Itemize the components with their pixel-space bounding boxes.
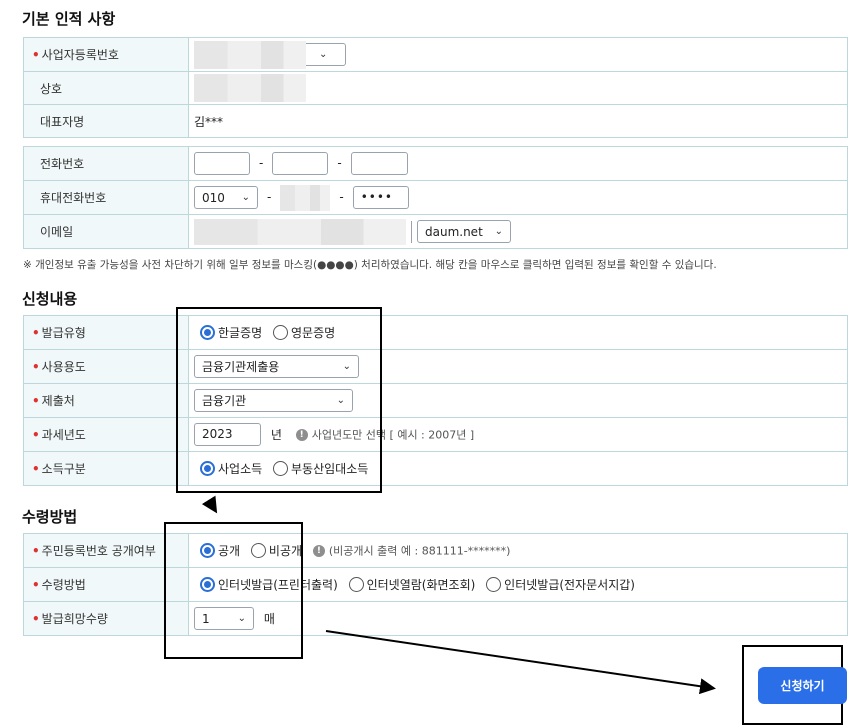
annotation-arrow-long	[325, 630, 716, 695]
annotation-arrow-short	[201, 495, 218, 514]
annotation-arrows	[201, 495, 716, 695]
submit-button[interactable]: 신청하기	[758, 667, 847, 704]
